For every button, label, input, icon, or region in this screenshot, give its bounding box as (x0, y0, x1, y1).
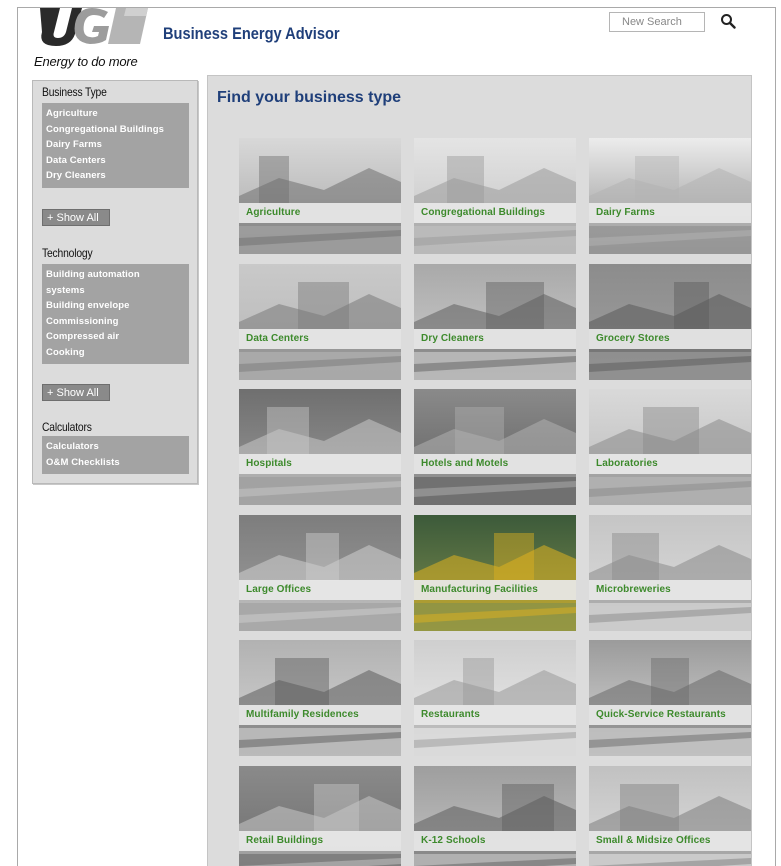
business-type-heading: Business Type (42, 85, 107, 99)
tile-photo (239, 514, 401, 631)
tile-photo (589, 389, 751, 505)
tile-photo (239, 765, 401, 866)
tile-label: Small & Midsize Offices (589, 830, 751, 851)
tile-small-and-midsize-offices[interactable]: Small & Midsize Offices (589, 765, 751, 866)
sidebar-item-cooking[interactable]: Cooking (46, 345, 189, 361)
tile-congregational-buildings[interactable]: Congregational Buildings (414, 138, 576, 254)
sidebar-item-compressed-air[interactable]: Compressed air (46, 329, 189, 345)
calculators-list: Calculators O&M Checklists (42, 436, 189, 474)
tile-photo (414, 640, 576, 756)
sidebar-item-building-envelope[interactable]: Building envelope (46, 298, 189, 314)
tile-label: Agriculture (239, 203, 401, 223)
tile-agriculture[interactable]: Agriculture (239, 138, 401, 254)
sidebar-item-building-automation[interactable]: Building automation (46, 267, 189, 283)
tile-photo (239, 640, 401, 756)
tile-data-centers[interactable]: Data Centers (239, 263, 401, 380)
business-type-list: Agriculture Congregational Buildings Dai… (42, 103, 189, 188)
tile-photo (414, 138, 576, 254)
technology-list: Building automation systems Building env… (42, 264, 189, 364)
tagline: Energy to do more (34, 54, 138, 69)
sidebar-item-data-centers[interactable]: Data Centers (46, 153, 189, 169)
tile-label: Hotels and Motels (414, 454, 576, 474)
tile-label: Data Centers (239, 328, 401, 349)
tile-photo (414, 765, 576, 866)
tile-photo (239, 138, 401, 254)
search-icon[interactable] (720, 13, 736, 29)
tile-photo (414, 263, 576, 380)
tile-dry-cleaners[interactable]: Dry Cleaners (414, 263, 576, 380)
business-type-show-all-button[interactable]: + Show All (42, 209, 110, 226)
tile-photo (414, 389, 576, 505)
site-title[interactable]: Business Energy Advisor (163, 24, 340, 44)
tile-label: Microbreweries (589, 579, 751, 600)
sidebar-item-calculators[interactable]: Calculators (46, 439, 189, 455)
sidebar-item-dry-cleaners[interactable]: Dry Cleaners (46, 168, 189, 184)
tile-photo (414, 514, 576, 631)
tile-label: Dairy Farms (589, 203, 751, 223)
tile-label: Dry Cleaners (414, 328, 576, 349)
sidebar-item-agriculture[interactable]: Agriculture (46, 106, 189, 122)
tile-microbreweries[interactable]: Microbreweries (589, 514, 751, 631)
sidebar-item-congregational-buildings[interactable]: Congregational Buildings (46, 122, 189, 138)
tile-photo (589, 138, 751, 254)
calculators-heading: Calculators (42, 420, 92, 434)
tile-label: Hospitals (239, 454, 401, 474)
main-panel: Find your business type Agriculture Congr… (207, 75, 752, 866)
tile-dairy-farms[interactable]: Dairy Farms (589, 138, 751, 254)
tile-photo (589, 765, 751, 866)
tile-label: K-12 Schools (414, 830, 576, 851)
sidebar-item-om-checklists[interactable]: O&M Checklists (46, 455, 189, 471)
tile-label: Restaurants (414, 705, 576, 725)
technology-heading: Technology (42, 246, 93, 260)
tile-photo (239, 389, 401, 505)
tile-label: Grocery Stores (589, 328, 751, 349)
sidebar-item-commissioning[interactable]: Commissioning (46, 314, 189, 330)
sidebar-item-building-automation-cont[interactable]: systems (46, 283, 189, 299)
sidebar-item-dairy-farms[interactable]: Dairy Farms (46, 137, 189, 153)
ugi-logo[interactable]: Energy to do more (30, 6, 165, 76)
ugi-logo-mark (40, 8, 148, 46)
tile-retail-buildings[interactable]: Retail Buildings (239, 765, 401, 866)
search-input[interactable]: New Search (609, 12, 705, 32)
tile-label: Laboratories (589, 454, 751, 474)
tile-label: Multifamily Residences (239, 705, 401, 725)
tile-large-offices[interactable]: Large Offices (239, 514, 401, 631)
technology-show-all-button[interactable]: + Show All (42, 384, 110, 401)
tile-label: Congregational Buildings (414, 203, 576, 223)
tile-hotels-and-motels[interactable]: Hotels and Motels (414, 389, 576, 505)
tile-quick-service-restaurants[interactable]: Quick-Service Restaurants (589, 640, 751, 756)
tile-laboratories[interactable]: Laboratories (589, 389, 751, 505)
tile-photo (589, 640, 751, 756)
tile-photo (589, 263, 751, 380)
tile-hospitals[interactable]: Hospitals (239, 389, 401, 505)
tile-label: Quick-Service Restaurants (589, 705, 751, 725)
tile-photo (589, 514, 751, 631)
sidebar: Business Type Agriculture Congregational… (32, 80, 198, 484)
tile-multifamily-residences[interactable]: Multifamily Residences (239, 640, 401, 756)
tile-restaurants[interactable]: Restaurants (414, 640, 576, 756)
tile-manufacturing-facilities[interactable]: Manufacturing Facilities (414, 514, 576, 631)
tile-label: Large Offices (239, 579, 401, 600)
tile-label: Manufacturing Facilities (414, 579, 576, 600)
page-title: Find your business type (217, 89, 402, 106)
tile-k-12-schools[interactable]: K-12 Schools (414, 765, 576, 866)
tile-label: Retail Buildings (239, 830, 401, 851)
tile-grocery-stores[interactable]: Grocery Stores (589, 263, 751, 380)
tile-photo (239, 263, 401, 380)
